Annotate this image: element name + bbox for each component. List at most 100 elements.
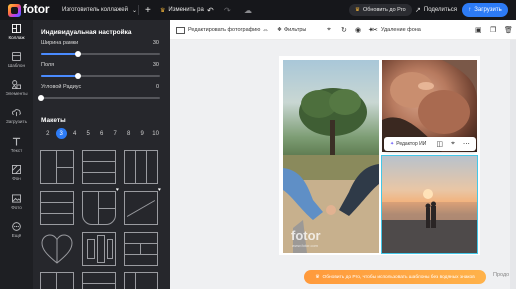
more-options-icon[interactable]: ⋯ (463, 140, 470, 148)
tab-count-7[interactable]: 7 (108, 128, 122, 139)
rail-item-elements[interactable]: Элементы (0, 80, 33, 96)
layout-thumbnail[interactable] (40, 150, 74, 184)
fotor-logo-icon[interactable] (8, 4, 21, 17)
layout-thumbnail[interactable] (124, 232, 158, 266)
undo-icon[interactable]: ↶ (207, 0, 214, 20)
tab-count-10[interactable]: 10 (149, 128, 163, 139)
vertical-scrollbar[interactable] (510, 40, 516, 289)
replace-image-icon[interactable]: ◫ (436, 140, 443, 148)
rail-item-text[interactable]: Текст (0, 137, 33, 153)
border-width-slider[interactable] (41, 51, 160, 57)
rail-label: Коллаж (8, 35, 25, 40)
chevron-down-icon: ⌄ (131, 7, 137, 14)
margins-label: Поля (41, 62, 55, 68)
upgrade-pro-button[interactable]: ♛ Обновить до Pro (349, 4, 412, 16)
fotor-logo-text[interactable]: fotor (23, 2, 50, 16)
layout-thumbnail[interactable]: ♥ (82, 187, 119, 225)
border-width-label: Ширина рамки (41, 40, 79, 46)
share-label: Поделиться (423, 7, 458, 13)
layout-thumbnail[interactable] (40, 272, 74, 289)
photo-count-tabs: 2 3 4 5 6 7 8 9 10 (41, 128, 166, 139)
plus-icon[interactable]: + (145, 0, 151, 20)
text-icon (12, 137, 21, 146)
remove-bg-label: Удаление фона (380, 27, 421, 33)
filters-button[interactable]: ❖ Фильтры (277, 20, 306, 40)
tab-count-5[interactable]: 5 (81, 128, 95, 139)
crown-icon: ♛ (355, 7, 360, 13)
selected-cell-outline (381, 155, 478, 254)
crown-icon: ♛ (160, 7, 166, 14)
magic-wand-icon: ✦ (390, 141, 395, 147)
margins-slider[interactable] (41, 73, 160, 79)
collage-icon (12, 24, 21, 33)
rail-item-more[interactable]: Ещё (0, 222, 33, 238)
layout-thumbnail[interactable]: ♥ (124, 187, 161, 225)
collage-photo-cell[interactable]: fotor www.fotor.com (283, 60, 379, 253)
upload-icon (12, 109, 21, 117)
upgrade-promo-banner[interactable]: ♛ Обновить до Pro, чтобы использовать ша… (304, 270, 486, 284)
replace-icon[interactable]: ↻ (341, 20, 347, 40)
rail-item-background[interactable]: Фон (0, 165, 33, 181)
flip-icon[interactable]: ⇔ (262, 20, 269, 40)
template-icon (12, 52, 21, 61)
tab-count-4[interactable]: 4 (68, 128, 82, 139)
promo-text: Обновить до Pro, чтобы использовать шабл… (322, 274, 475, 280)
tab-count-8[interactable]: 8 (122, 128, 136, 139)
corner-radius-label: Угловой Радиус (41, 84, 82, 90)
slider-thumb[interactable] (74, 73, 81, 79)
promo-continue-link[interactable]: Продо (493, 272, 509, 278)
layout-thumbnail-heart[interactable] (40, 232, 74, 266)
slider-fill (41, 53, 78, 55)
tab-count-9[interactable]: 9 (135, 128, 149, 139)
rail-label: Ещё (11, 233, 22, 238)
crop-icon[interactable]: ⌖ (327, 20, 331, 40)
layers-icon[interactable]: ▣ (475, 20, 482, 40)
ai-editor-button[interactable]: Редактор ИИ (396, 141, 426, 147)
border-width-value: 30 (152, 40, 159, 46)
tab-count-2[interactable]: 2 (41, 128, 55, 139)
rail-item-collage[interactable]: Коллаж (0, 24, 33, 40)
remove-bg-button[interactable]: ✂ Удаление фона (372, 20, 421, 40)
mode-dropdown[interactable]: Изготовитель коллажей ⌄ (62, 0, 137, 20)
slider-thumb[interactable] (38, 95, 44, 101)
crown-icon: ♛ (315, 274, 320, 280)
rail-item-template[interactable]: Шаблон (0, 52, 33, 68)
layout-thumbnail[interactable] (82, 272, 116, 289)
tab-count-3[interactable]: 3 (55, 128, 67, 139)
layout-thumbnail[interactable] (40, 191, 74, 225)
slider-thumb[interactable] (74, 51, 81, 57)
mode-label: Изготовитель коллажей (62, 7, 128, 13)
rail-label: Шаблон (7, 63, 25, 68)
rail-item-upload[interactable]: Загрузить (0, 108, 33, 124)
corner-radius-slider[interactable] (38, 95, 160, 101)
redo-icon[interactable]: ↷ (224, 0, 231, 20)
layout-thumbnail[interactable] (124, 272, 158, 289)
couple-tree-photo (283, 88, 379, 253)
resize-label: Изменить ра (168, 7, 204, 13)
tab-count-6[interactable]: 6 (95, 128, 109, 139)
upload-button[interactable]: ↑ Загрузить (462, 3, 508, 17)
edit-photo-label: Редактировать фотографию (188, 27, 261, 33)
left-icon-rail: Коллаж Шаблон Элементы Загрузить Текст Ф… (0, 20, 33, 289)
layouts-title: Макеты (41, 117, 66, 124)
rail-label: Текст (10, 148, 23, 153)
resize-button[interactable]: ♛ Изменить ра (160, 0, 204, 20)
layout-thumbnail[interactable] (124, 150, 158, 184)
photo-icon (176, 26, 185, 34)
layout-thumbnail[interactable] (82, 232, 116, 266)
floating-photo-toolbar: ✦ Редактор ИИ ◫ ⌖ ⋯ (384, 137, 476, 151)
image-toolbar: Редактировать фотографию ⇔ ❖ Фильтры ⌖ ↻… (170, 20, 516, 40)
crop-icon[interactable]: ⌖ (451, 140, 455, 148)
divider (138, 5, 139, 15)
delete-icon[interactable]: 🗑 (504, 20, 513, 40)
rail-item-photo[interactable]: Фото (0, 194, 33, 210)
edit-photo-button[interactable]: Редактировать фотографию (176, 20, 260, 40)
layout-thumbnail[interactable] (82, 150, 116, 184)
filters-label: Фильтры (283, 27, 307, 33)
share-button[interactable]: ↗ Поделиться (415, 0, 457, 20)
mask-icon[interactable]: ◉ (355, 20, 361, 40)
cloud-icon[interactable]: ☁ (244, 0, 252, 20)
copy-icon[interactable]: ❐ (490, 20, 496, 40)
fotor-watermark: fotor (291, 228, 321, 243)
panel-title: Индивидуальная настройка (41, 29, 132, 36)
